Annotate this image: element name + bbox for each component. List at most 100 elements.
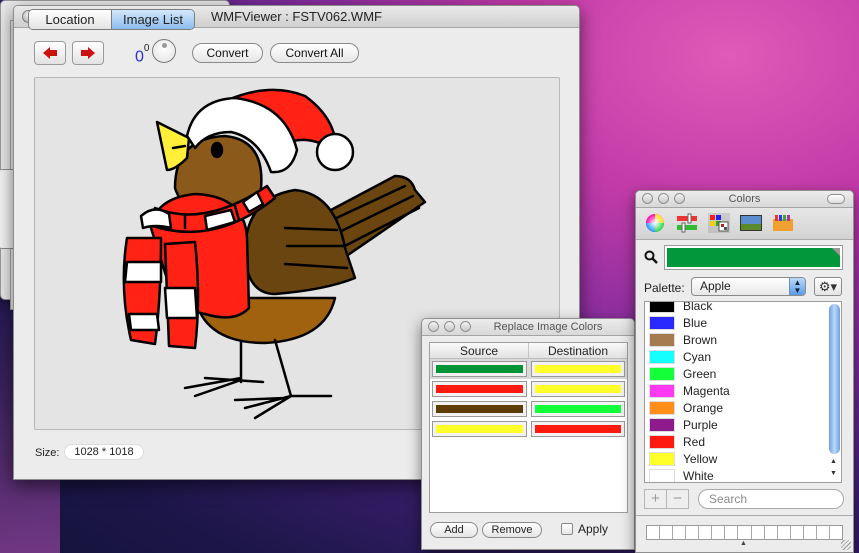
palette-color-item[interactable]: Orange <box>645 399 829 416</box>
colors-title-bar: Colors <box>636 191 853 208</box>
image-palettes-mode-button[interactable] <box>740 213 762 233</box>
previous-image-button[interactable] <box>34 41 66 65</box>
palette-color-item[interactable]: Blue <box>645 314 829 331</box>
resize-grip[interactable] <box>841 540 851 550</box>
tab-image-list[interactable]: Image List <box>112 10 194 29</box>
next-image-button[interactable] <box>72 41 104 65</box>
destination-color-well[interactable] <box>530 361 625 377</box>
destination-color-well[interactable] <box>530 421 625 437</box>
gear-icon: ⚙▾ <box>818 279 838 294</box>
palette-color-item[interactable]: Purple <box>645 416 829 433</box>
size-value: 1028 * 1018 <box>64 444 144 460</box>
color-chip <box>649 417 675 432</box>
color-chip <box>649 383 675 398</box>
source-color-well[interactable] <box>432 401 527 417</box>
main-toolbar: 00 Convert Convert All <box>14 28 579 72</box>
convert-button[interactable]: Convert <box>192 43 263 63</box>
table-row[interactable] <box>430 399 627 419</box>
replace-zoom-button[interactable] <box>460 321 471 332</box>
colors-close-button[interactable] <box>642 193 653 204</box>
swatch-well[interactable] <box>647 526 661 539</box>
palette-color-item[interactable]: Red <box>645 433 829 450</box>
replace-minimize-button[interactable] <box>444 321 455 332</box>
swatch-well[interactable] <box>791 526 804 539</box>
color-name: Orange <box>683 400 724 415</box>
palette-color-item[interactable]: Cyan <box>645 348 829 365</box>
swatch-well[interactable] <box>660 526 674 539</box>
palette-color-item[interactable]: White <box>645 467 829 482</box>
swatch-well[interactable] <box>765 526 778 539</box>
column-header-source[interactable]: Source <box>430 343 529 358</box>
table-row[interactable] <box>430 379 627 399</box>
swatch-well[interactable] <box>673 526 687 539</box>
table-row[interactable] <box>430 359 627 379</box>
color-name: Cyan <box>683 349 712 364</box>
apply-checkbox[interactable] <box>561 523 573 535</box>
swatch-well[interactable] <box>712 526 726 539</box>
color-name: Red <box>683 434 706 449</box>
colors-minimize-button[interactable] <box>658 193 669 204</box>
source-color-well[interactable] <box>432 361 527 377</box>
source-color-swatch <box>436 365 523 373</box>
palette-color-item[interactable]: Black <box>645 302 829 314</box>
palette-color-item[interactable]: Brown <box>645 331 829 348</box>
swatch-well[interactable] <box>817 526 830 539</box>
magnifier-icon[interactable] <box>644 250 658 267</box>
table-body <box>430 359 627 439</box>
source-color-well[interactable] <box>432 421 527 437</box>
palette-scrollbar[interactable]: ▲ ▼ <box>829 304 840 480</box>
color-sliders-icon <box>677 213 697 233</box>
crayons-mode-button[interactable] <box>772 213 794 233</box>
palette-select[interactable]: Apple ▲ ▼ <box>691 277 806 296</box>
swatch-well[interactable] <box>830 526 842 539</box>
current-color-well[interactable] <box>664 245 843 270</box>
destination-color-swatch <box>534 385 621 393</box>
palette-color-item[interactable]: Green <box>645 365 829 382</box>
swatch-well[interactable] <box>778 526 791 539</box>
color-wheel-mode-button[interactable] <box>644 213 666 233</box>
color-name: Brown <box>683 332 718 347</box>
swatch-well[interactable] <box>686 526 700 539</box>
destination-color-well[interactable] <box>530 401 625 417</box>
toolbar-toggle-button[interactable] <box>827 194 845 204</box>
right-arrow-icon <box>81 47 95 59</box>
add-color-button[interactable]: + <box>645 490 667 508</box>
swatch-well[interactable] <box>699 526 713 539</box>
column-header-destination[interactable]: Destination <box>529 343 627 358</box>
tab-location[interactable]: Location <box>29 10 112 29</box>
palette-scroll-thumb[interactable] <box>829 304 840 454</box>
convert-all-button[interactable]: Convert All <box>270 43 359 63</box>
source-color-well[interactable] <box>432 381 527 397</box>
color-name: Magenta <box>683 383 730 398</box>
swatch-well[interactable] <box>738 526 752 539</box>
swatch-well[interactable] <box>752 526 765 539</box>
swatch-well[interactable] <box>804 526 817 539</box>
scroll-up-arrow[interactable]: ▲ <box>830 458 837 465</box>
rotation-readout: 00 <box>135 43 149 66</box>
rotation-knob[interactable] <box>152 39 176 63</box>
replace-close-button[interactable] <box>428 321 439 332</box>
palette-actions-button[interactable]: ⚙▾ <box>814 277 842 296</box>
palette-color-item[interactable]: Magenta <box>645 382 829 399</box>
destination-color-well[interactable] <box>530 381 625 397</box>
palette-search-field[interactable]: Search <box>698 489 844 509</box>
rotation-degree: 0 <box>143 43 150 54</box>
swatch-well[interactable] <box>725 526 739 539</box>
table-row[interactable] <box>430 419 627 439</box>
color-wheel-icon <box>646 214 664 232</box>
colors-zoom-button[interactable] <box>674 193 685 204</box>
palette-color-item[interactable]: Yellow <box>645 450 829 467</box>
color-name: Blue <box>683 315 708 330</box>
color-chip <box>649 332 675 347</box>
scroll-down-arrow[interactable]: ▼ <box>830 470 837 477</box>
color-palettes-mode-button[interactable] <box>708 213 730 233</box>
color-sliders-mode-button[interactable] <box>676 213 698 233</box>
remove-button[interactable]: Remove <box>482 522 542 538</box>
color-chip <box>649 315 675 330</box>
crayons-icon <box>773 215 793 231</box>
swatch-drawer-handle[interactable]: ▲ <box>740 540 747 547</box>
palette-select-value: Apple <box>700 279 731 293</box>
color-chip <box>649 302 675 313</box>
add-button[interactable]: Add <box>430 522 478 538</box>
remove-color-button[interactable]: − <box>667 490 688 508</box>
